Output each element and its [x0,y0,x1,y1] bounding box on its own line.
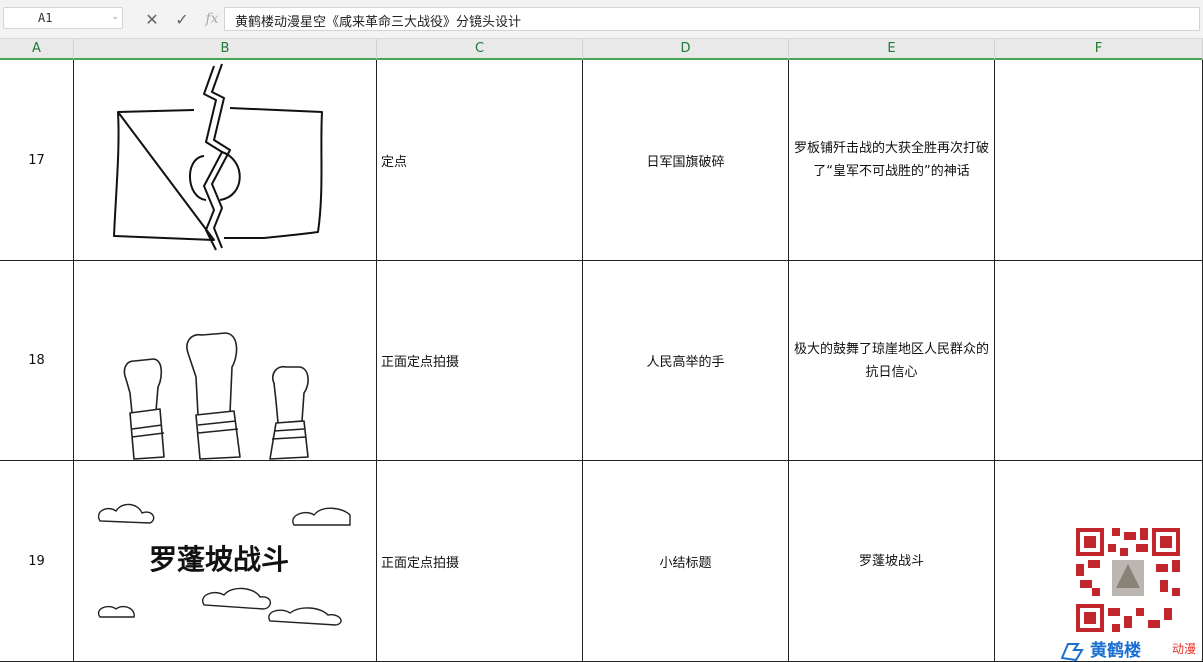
column-header-a[interactable]: A [0,39,74,60]
logo-cn-text: 黄鹤楼 [1090,640,1141,661]
broken-flag-sketch [113,63,323,251]
content-cell[interactable]: 人民高举的手 [583,261,789,461]
column-header-f[interactable]: F [995,39,1203,60]
name-box-value: A1 [38,11,53,25]
sketch-cell[interactable] [74,60,377,261]
empty-cell[interactable] [995,60,1203,261]
column-header-c[interactable]: C [377,39,583,60]
raised-fists-sketch [123,332,309,460]
content-cell[interactable]: 日军国旗破碎 [583,60,789,261]
sketch-cell[interactable] [74,261,377,461]
logo-suffix-text: 动漫 [1172,642,1196,656]
shot-cell[interactable]: 正面定点拍摄 [377,261,583,461]
shot-cell[interactable]: 定点 [377,60,583,261]
column-header-b[interactable]: B [74,39,377,60]
row-number-cell[interactable]: 17 [0,60,74,261]
cancel-icon[interactable]: ✕ [142,10,162,29]
sketch-title-text: 罗蓬坡战斗 [149,543,289,576]
sketch-cell[interactable]: 罗蓬坡战斗 [74,461,377,662]
name-box[interactable]: A1 ⌄ [3,7,123,29]
fx-icon[interactable]: fx [202,11,222,27]
title-clouds-sketch: 罗蓬坡战斗 [97,503,351,626]
qr-code-image [1076,528,1180,632]
description-cell[interactable]: 罗蓬坡战斗 [789,461,995,662]
content-cell[interactable]: 小结标题 [583,461,789,662]
row-number-cell[interactable]: 19 [0,461,74,662]
description-cell[interactable]: 罗板铺歼击战的大获全胜再次打破了“皇军不可战胜的”的神话 [789,60,995,261]
column-header-e[interactable]: E [789,39,995,60]
huanghelou-logo: 黄鹤楼 动漫 [1060,640,1196,662]
description-cell[interactable]: 极大的鼓舞了琼崖地区人民群众的抗日信心 [789,261,995,461]
confirm-icon[interactable]: ✓ [172,10,192,29]
chevron-down-icon[interactable]: ⌄ [111,12,119,22]
formula-text: 黄鹤楼动漫星空《咸来革命三大战役》分镜头设计 [235,15,522,30]
formula-input[interactable]: 黄鹤楼动漫星空《咸来革命三大战役》分镜头设计 [224,7,1200,31]
row-number-cell[interactable]: 18 [0,261,74,461]
shot-cell[interactable]: 正面定点拍摄 [377,461,583,662]
column-header-d[interactable]: D [583,39,789,60]
formula-bar: A1 ⌄ ✕ ✓ fx 黄鹤楼动漫星空《咸来革命三大战役》分镜头设计 [0,0,1203,39]
empty-cell[interactable] [995,261,1203,461]
